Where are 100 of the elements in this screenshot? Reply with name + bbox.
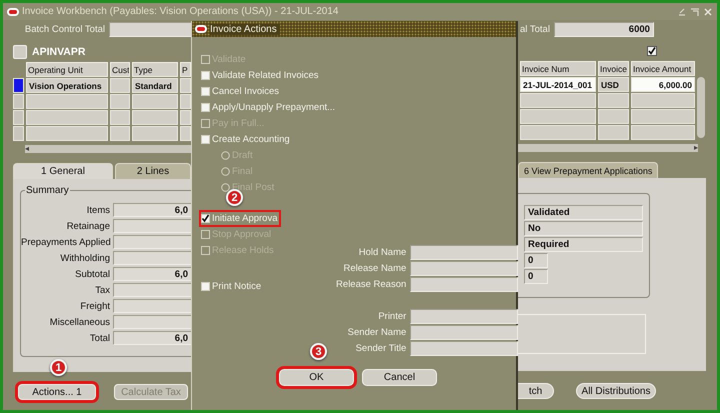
input-field[interactable] [113, 251, 191, 265]
table-cell[interactable] [110, 110, 130, 125]
table-cell[interactable] [180, 94, 191, 109]
field-label: Hold Name [358, 247, 406, 258]
input-field[interactable] [113, 219, 191, 233]
input-field[interactable]: Required [524, 237, 643, 252]
table-cell[interactable]: USD [598, 77, 629, 92]
field-label: Sender Title [356, 343, 406, 354]
column-header: Invoice Num [520, 61, 596, 76]
field-label: Batch Control Total [24, 24, 105, 34]
table-cell[interactable] [132, 94, 178, 109]
column-header: Invoice Amount [631, 61, 695, 76]
table-cell[interactable] [631, 93, 695, 108]
dialog-title: Invoice Actions [210, 24, 280, 34]
column-header: Type [132, 62, 178, 77]
table-cell[interactable] [110, 94, 130, 109]
input-field[interactable] [113, 299, 191, 313]
table-cell[interactable] [631, 109, 695, 124]
input-field[interactable]: 0 [524, 269, 548, 284]
scrollbar[interactable] [697, 77, 705, 138]
input-field[interactable]: 6,0 [113, 203, 191, 217]
checkbox-icon[interactable] [201, 214, 210, 222]
input-field[interactable] [410, 309, 518, 324]
input-field[interactable] [113, 315, 191, 329]
table-cell[interactable] [631, 125, 695, 140]
minimize-icon[interactable] [677, 6, 687, 16]
row-marker[interactable] [13, 78, 24, 93]
row-marker[interactable] [13, 110, 24, 125]
tab[interactable]: 1 General [13, 163, 113, 179]
close-icon[interactable] [703, 6, 713, 16]
input-field[interactable]: Validated [524, 205, 643, 220]
table-cell[interactable]: 6,000.00 [631, 77, 695, 92]
table-cell[interactable]: Vision Operations [26, 78, 108, 93]
column-header: P [180, 62, 191, 77]
field-label: Tax [94, 284, 110, 296]
table-cell[interactable] [598, 109, 629, 124]
input-field[interactable]: 6000 [554, 22, 654, 36]
table-cell[interactable] [520, 93, 596, 108]
checkbox[interactable] [647, 46, 657, 56]
window-title: Invoice Workbench (Payables: Vision Operations (USA)) - 21-JUL-2014 [22, 6, 340, 17]
step-badge: 3 [310, 343, 327, 360]
table-cell[interactable] [520, 125, 596, 140]
input-field[interactable] [410, 261, 518, 276]
input-field[interactable]: 6,0 [113, 331, 191, 345]
input-field[interactable] [109, 22, 191, 36]
action-button[interactable]: All Distributions [576, 383, 656, 399]
table-cell[interactable] [520, 109, 596, 124]
column-header: Operating Unit [26, 62, 108, 77]
field-label: Subtotal [74, 268, 110, 280]
row-marker[interactable] [13, 126, 24, 141]
field-label: Release Name [343, 263, 406, 274]
table-cell[interactable] [132, 126, 178, 141]
input-field[interactable] [113, 283, 191, 297]
tab[interactable]: 6 View Prepayment Applications [518, 162, 658, 178]
input-field[interactable] [113, 235, 191, 249]
field-label: Freight [79, 300, 110, 312]
column-header: Cust [110, 62, 130, 77]
text-area[interactable] [518, 314, 646, 354]
maximize-icon[interactable] [690, 6, 700, 16]
scrollbar[interactable]: ◂ [25, 145, 191, 153]
field-label: Items [86, 204, 110, 216]
field-label: Miscellaneous [48, 316, 110, 328]
table-cell[interactable] [26, 110, 108, 125]
field-label: Sender Name [348, 327, 406, 338]
table-cell[interactable] [110, 126, 130, 141]
table-cell[interactable] [180, 110, 191, 125]
input-field[interactable] [410, 341, 518, 356]
step-badge: 1 [50, 359, 67, 376]
table-cell[interactable] [110, 78, 130, 93]
input-field[interactable]: No [524, 221, 643, 236]
row-marker[interactable] [13, 94, 24, 109]
field-label: Prepayments Applied [21, 236, 110, 248]
dialog-button[interactable]: Cancel [362, 369, 437, 386]
field-label: Printer [378, 311, 406, 322]
step-badge: 2 [226, 189, 243, 206]
scrollbar[interactable]: ▸ [518, 144, 698, 152]
field-label: Release Reason [336, 279, 406, 290]
input-field[interactable]: 0 [524, 253, 548, 268]
table-cell[interactable]: 21-JUL-2014_001 [520, 77, 596, 92]
tab[interactable]: 2 Lines [115, 163, 191, 179]
input-field[interactable] [410, 245, 518, 260]
table-cell[interactable]: Standard [132, 78, 178, 93]
table-cell[interactable] [180, 78, 191, 93]
table-cell[interactable] [26, 94, 108, 109]
table-cell[interactable] [132, 110, 178, 125]
table-cell[interactable] [180, 126, 191, 141]
table-cell[interactable] [598, 125, 629, 140]
input-field[interactable]: 6,0 [113, 267, 191, 281]
action-button[interactable]: Actions... 1 [18, 384, 96, 400]
scroll-arrow[interactable]: ◂ [25, 145, 29, 153]
action-button[interactable]: tch [518, 383, 554, 399]
input-field[interactable] [410, 277, 518, 292]
field-label: al Total [520, 24, 550, 34]
app-icon [195, 25, 207, 33]
table-cell[interactable] [598, 93, 629, 108]
app-icon [7, 8, 19, 16]
input-field[interactable] [410, 325, 518, 340]
table-cell[interactable] [26, 126, 108, 141]
dialog-button[interactable]: OK [279, 369, 354, 386]
scroll-arrow[interactable]: ▸ [694, 144, 698, 152]
